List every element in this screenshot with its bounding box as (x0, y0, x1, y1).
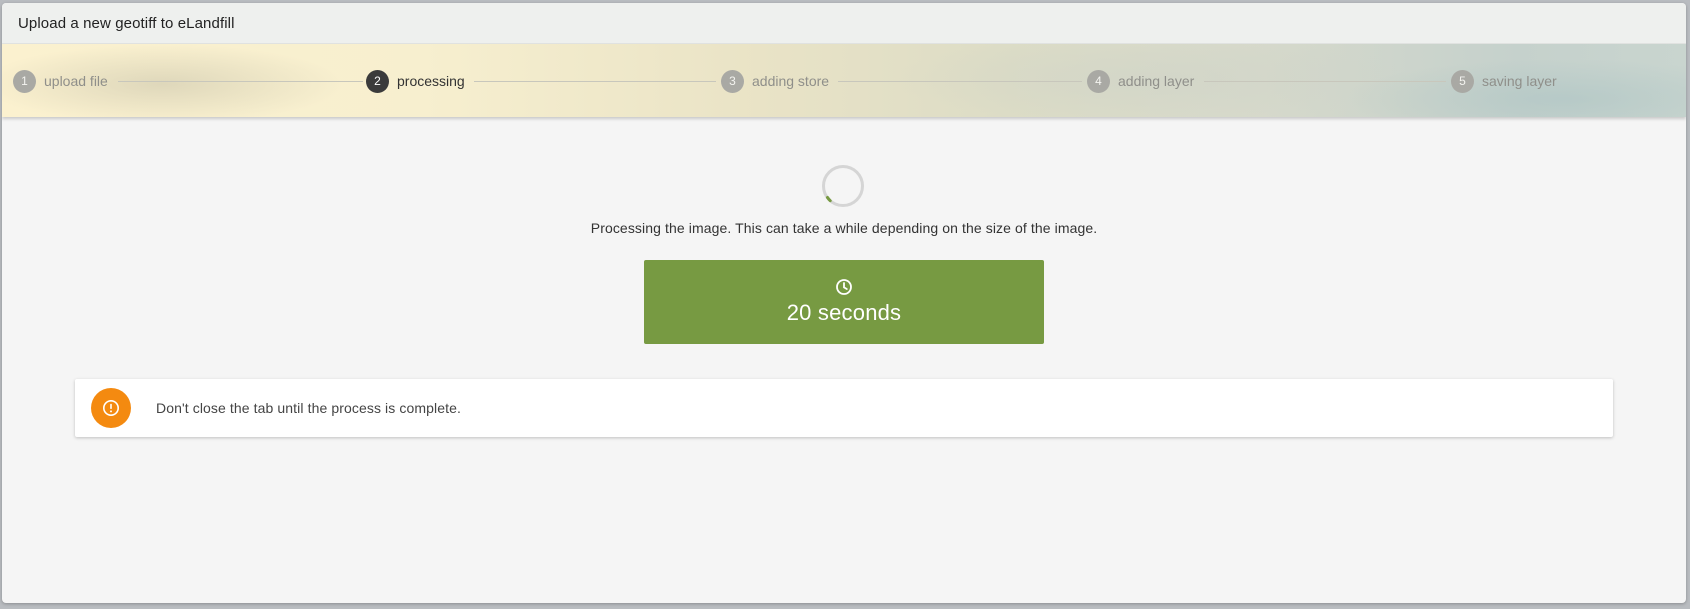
alert-icon (91, 388, 131, 428)
step-upload-file: 1 upload file (13, 69, 108, 93)
step-number: 5 (1451, 69, 1474, 93)
step-connector (474, 81, 716, 82)
step-saving-layer: 5 saving layer (1451, 69, 1557, 93)
loading-spinner-icon (822, 165, 864, 207)
upload-geotiff-dialog: Upload a new geotiff to eLandfill 1 uplo… (2, 3, 1686, 603)
clock-icon (836, 279, 852, 295)
step-number: 3 (721, 69, 744, 93)
step-label: saving layer (1482, 73, 1557, 89)
warning-message: Don't close the tab until the process is… (156, 400, 461, 416)
dialog-title: Upload a new geotiff to eLandfill (18, 14, 235, 32)
step-connector (1204, 81, 1446, 82)
stepper: 1 upload file 2 processing 3 adding stor… (2, 44, 1686, 117)
step-number: 1 (13, 69, 36, 93)
step-label: processing (397, 73, 465, 89)
step-number: 4 (1087, 69, 1110, 93)
step-label: upload file (44, 73, 108, 89)
dialog-header: Upload a new geotiff to eLandfill (2, 3, 1686, 44)
warning-notice: Don't close the tab until the process is… (75, 379, 1613, 437)
step-adding-layer: 4 adding layer (1087, 69, 1194, 93)
step-number: 2 (366, 69, 389, 93)
step-connector (838, 81, 1082, 82)
processing-content: Processing the image. This can take a wh… (2, 117, 1686, 603)
step-processing: 2 processing (366, 69, 465, 93)
step-label: adding store (752, 73, 830, 89)
step-label: adding layer (1118, 73, 1195, 89)
step-connector (118, 81, 363, 82)
elapsed-timer: 20 seconds (644, 260, 1044, 344)
processing-message: Processing the image. This can take a wh… (590, 220, 1098, 236)
timer-value: 20 seconds (786, 300, 902, 325)
step-adding-store: 3 adding store (721, 69, 829, 93)
